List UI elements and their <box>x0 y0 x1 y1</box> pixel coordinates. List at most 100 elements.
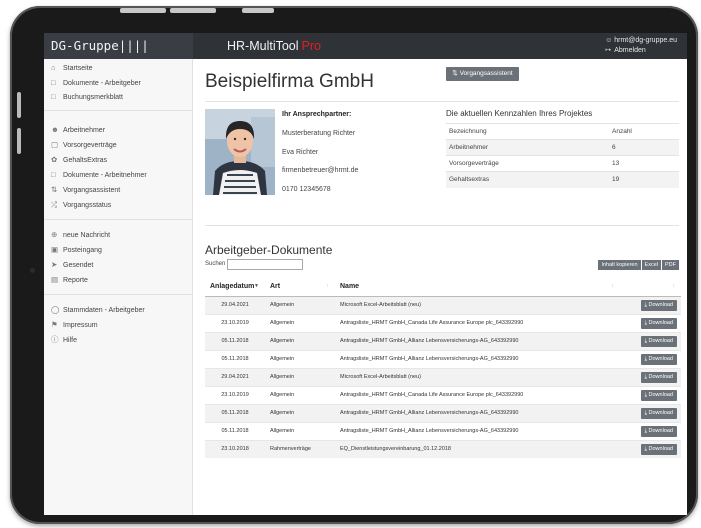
kpi-value: 6 <box>609 139 679 156</box>
documents-table: Anlagedatum ▼ Art ↕ Name ↕ ↕ 29.04.2021 Allg… <box>205 278 681 458</box>
download-label: Download <box>648 301 673 308</box>
app-title-text: HR-MultiTool <box>227 39 299 53</box>
download-button[interactable]: ⤓ Download <box>640 443 677 455</box>
sidebar-item-vorgangsstatus[interactable]: ⤮ Vorgangsstatus <box>51 200 111 211</box>
sidebar-item-label: Gesendet <box>63 262 94 269</box>
table-row[interactable]: 29.04.2021 Allgemein Microsoft Excel-Arbei… <box>205 367 681 386</box>
sidebar-item-label: Vorgangsstatus <box>63 202 112 209</box>
download-button[interactable]: ⤓ Download <box>640 389 677 401</box>
kpi-col-label: Bezeichnung <box>446 123 609 140</box>
sidebar-item-gesendet[interactable]: ➤ Gesendet <box>51 260 93 271</box>
download-button[interactable]: ⤓ Download <box>640 371 677 383</box>
cell-type: Allgemein <box>265 403 335 422</box>
download-label: Download <box>648 391 673 398</box>
cell-date: 29.04.2021 <box>205 367 265 386</box>
sidebar-item-label: Vorsorgeverträge <box>63 142 117 149</box>
globe-icon: ◯ <box>51 305 60 314</box>
cell-type: Allgemein <box>265 313 335 332</box>
contact-heading: Ihr Ansprechpartner: <box>282 111 352 118</box>
download-button[interactable]: ⤓ Download <box>640 425 677 437</box>
cell-date: 05.11.2018 <box>205 403 265 422</box>
cell-name: Antragsliste_HRMT GmbH_Canada Life Assur… <box>335 385 620 404</box>
table-row[interactable]: 05.11.2018 Allgemein Antragsliste_HRMT Gmb… <box>205 421 681 440</box>
sidebar: ⌂ Startseite □ Dokumente - Arbeitgeber □ Bu… <box>44 59 193 515</box>
excel-button[interactable]: Excel <box>641 260 661 270</box>
table-row[interactable]: 05.11.2018 Allgemein Antragsliste_HRMT Gmb… <box>205 331 681 350</box>
copy-button[interactable]: Inhalt kopieren <box>598 260 641 270</box>
kpi-title: Die aktuellen Kennzahlen Ihres Projektes <box>446 109 593 118</box>
pdf-button[interactable]: PDF <box>662 260 679 270</box>
cell-actions: ⤓ Download <box>620 295 681 314</box>
shuffle-icon: ⤮ <box>51 200 57 209</box>
sidebar-item-buchungsmerkblatt[interactable]: □ Buchungsmerkblatt <box>51 92 123 103</box>
sidebar-item-vorsorgevertraege[interactable]: ▢ Vorsorgeverträge <box>51 140 117 151</box>
brand-logo[interactable]: DG-Gruppe|||| <box>44 33 193 59</box>
tablet-frame: DG-Gruppe|||| HR-MultiTool Pro ☺ hrmt@dg-g… <box>10 6 698 524</box>
document-icon: □ <box>51 170 56 179</box>
app-title: HR-MultiTool Pro <box>227 33 321 59</box>
sidebar-item-stammdaten-arbeitgeber[interactable]: ◯ Stammdaten - Arbeitgeber <box>51 305 145 316</box>
cell-actions: ⤓ Download <box>620 349 681 368</box>
tablet-side-button <box>17 92 21 118</box>
sidebar-item-label: Vorgangsassistent <box>63 187 121 194</box>
sidebar-item-gehaltsextras[interactable]: ✿ GehaltsExtras <box>51 155 107 166</box>
table-row[interactable]: 23.10.2019 Allgemein Antragsliste_HRMT Gmb… <box>205 385 681 404</box>
sidebar-item-arbeitnehmer[interactable]: ☻ Arbeitnehmer <box>51 125 105 136</box>
table-row[interactable]: 05.11.2018 Allgemein Antragsliste_HRMT Gmb… <box>205 403 681 422</box>
search-input[interactable] <box>227 259 303 270</box>
document-icon: □ <box>51 78 56 87</box>
download-button[interactable]: ⤓ Download <box>640 335 677 347</box>
sidebar-item-dokumente-arbeitnehmer[interactable]: □ Dokumente - Arbeitnehmer <box>51 170 147 181</box>
column-label: Name <box>340 283 360 291</box>
user-icon: ☺ <box>605 37 613 44</box>
column-header-name[interactable]: Name ↕ <box>335 278 620 297</box>
cell-actions: ⤓ Download <box>620 313 681 332</box>
sidebar-item-label: Stammdaten - Arbeitgeber <box>63 307 145 314</box>
sidebar-item-label: neue Nachricht <box>63 232 111 239</box>
users-icon: ☻ <box>51 125 59 134</box>
sidebar-item-startseite[interactable]: ⌂ Startseite <box>51 63 93 74</box>
logout-link[interactable]: ↦ Abmelden <box>605 46 677 56</box>
column-header-anlagedatum[interactable]: Anlagedatum ▼ <box>205 278 265 297</box>
cell-name: Antragsliste_HRMT GmbH_Canada Life Assur… <box>335 313 620 332</box>
sidebar-item-label: Startseite <box>63 65 93 72</box>
cell-actions: ⤓ Download <box>620 331 681 350</box>
download-button[interactable]: ⤓ Download <box>640 407 677 419</box>
cell-actions: ⤓ Download <box>620 421 681 440</box>
sidebar-item-vorgangsassistent[interactable]: ⇅ Vorgangsassistent <box>51 185 120 196</box>
sidebar-item-neue-nachricht[interactable]: ⊕ neue Nachricht <box>51 230 110 241</box>
table-header-row: Anlagedatum ▼ Art ↕ Name ↕ ↕ <box>205 278 681 297</box>
download-button[interactable]: ⤓ Download <box>640 353 677 365</box>
sort-icon: ↕ <box>611 283 615 289</box>
kpi-value: 13 <box>609 155 679 172</box>
cell-actions: ⤓ Download <box>620 403 681 422</box>
table-row[interactable]: 29.04.2021 Allgemein Microsoft Excel-Arbei… <box>205 295 681 314</box>
column-header-art[interactable]: Art ↕ <box>265 278 335 297</box>
sidebar-item-reporte[interactable]: ▤ Reporte <box>51 275 88 286</box>
cell-date: 23.10.2018 <box>205 439 265 458</box>
app-title-accent: Pro <box>301 39 321 53</box>
sidebar-item-label: Posteingang <box>63 247 102 254</box>
contact-phone[interactable]: 0170 12345678 <box>282 186 331 193</box>
user-account-link[interactable]: ☺ hrmt@dg-gruppe.eu <box>605 36 677 46</box>
help-icon: ⓘ <box>51 335 59 344</box>
cell-type: Allgemein <box>265 349 335 368</box>
cell-type: Rahmenverträge <box>265 439 335 458</box>
sidebar-item-posteingang[interactable]: ▣ Posteingang <box>51 245 102 256</box>
sidebar-item-hilfe[interactable]: ⓘ Hilfe <box>51 335 77 346</box>
user-menu: ☺ hrmt@dg-gruppe.eu ↦ Abmelden <box>605 36 677 56</box>
table-row[interactable]: 23.10.2019 Allgemein Antragsliste_HRMT Gmb… <box>205 313 681 332</box>
sidebar-item-dokumente-arbeitgeber[interactable]: □ Dokumente - Arbeitgeber <box>51 78 141 89</box>
cell-date: 05.11.2018 <box>205 421 265 440</box>
cell-date: 05.11.2018 <box>205 349 265 368</box>
download-button[interactable]: ⤓ Download <box>640 317 677 329</box>
sidebar-item-impressum[interactable]: ⚑ Impressum <box>51 320 98 331</box>
download-button[interactable]: ⤓ Download <box>640 299 677 311</box>
kpi-label: Arbeitnehmer <box>446 139 609 156</box>
cell-type: Allgemein <box>265 385 335 404</box>
table-row[interactable]: 23.10.2018 Rahmenverträge EQ_Dienstleistun… <box>205 439 681 458</box>
main-content: Beispielfirma GmbH ⇅ Vorgangsassistent I… <box>193 59 687 515</box>
table-row[interactable]: 05.11.2018 Allgemein Antragsliste_HRMT Gmb… <box>205 349 681 368</box>
vorgangsassistent-button[interactable]: ⇅ Vorgangsassistent <box>446 67 519 81</box>
contact-email[interactable]: firmenbetreuer@hrmt.de <box>282 167 358 174</box>
